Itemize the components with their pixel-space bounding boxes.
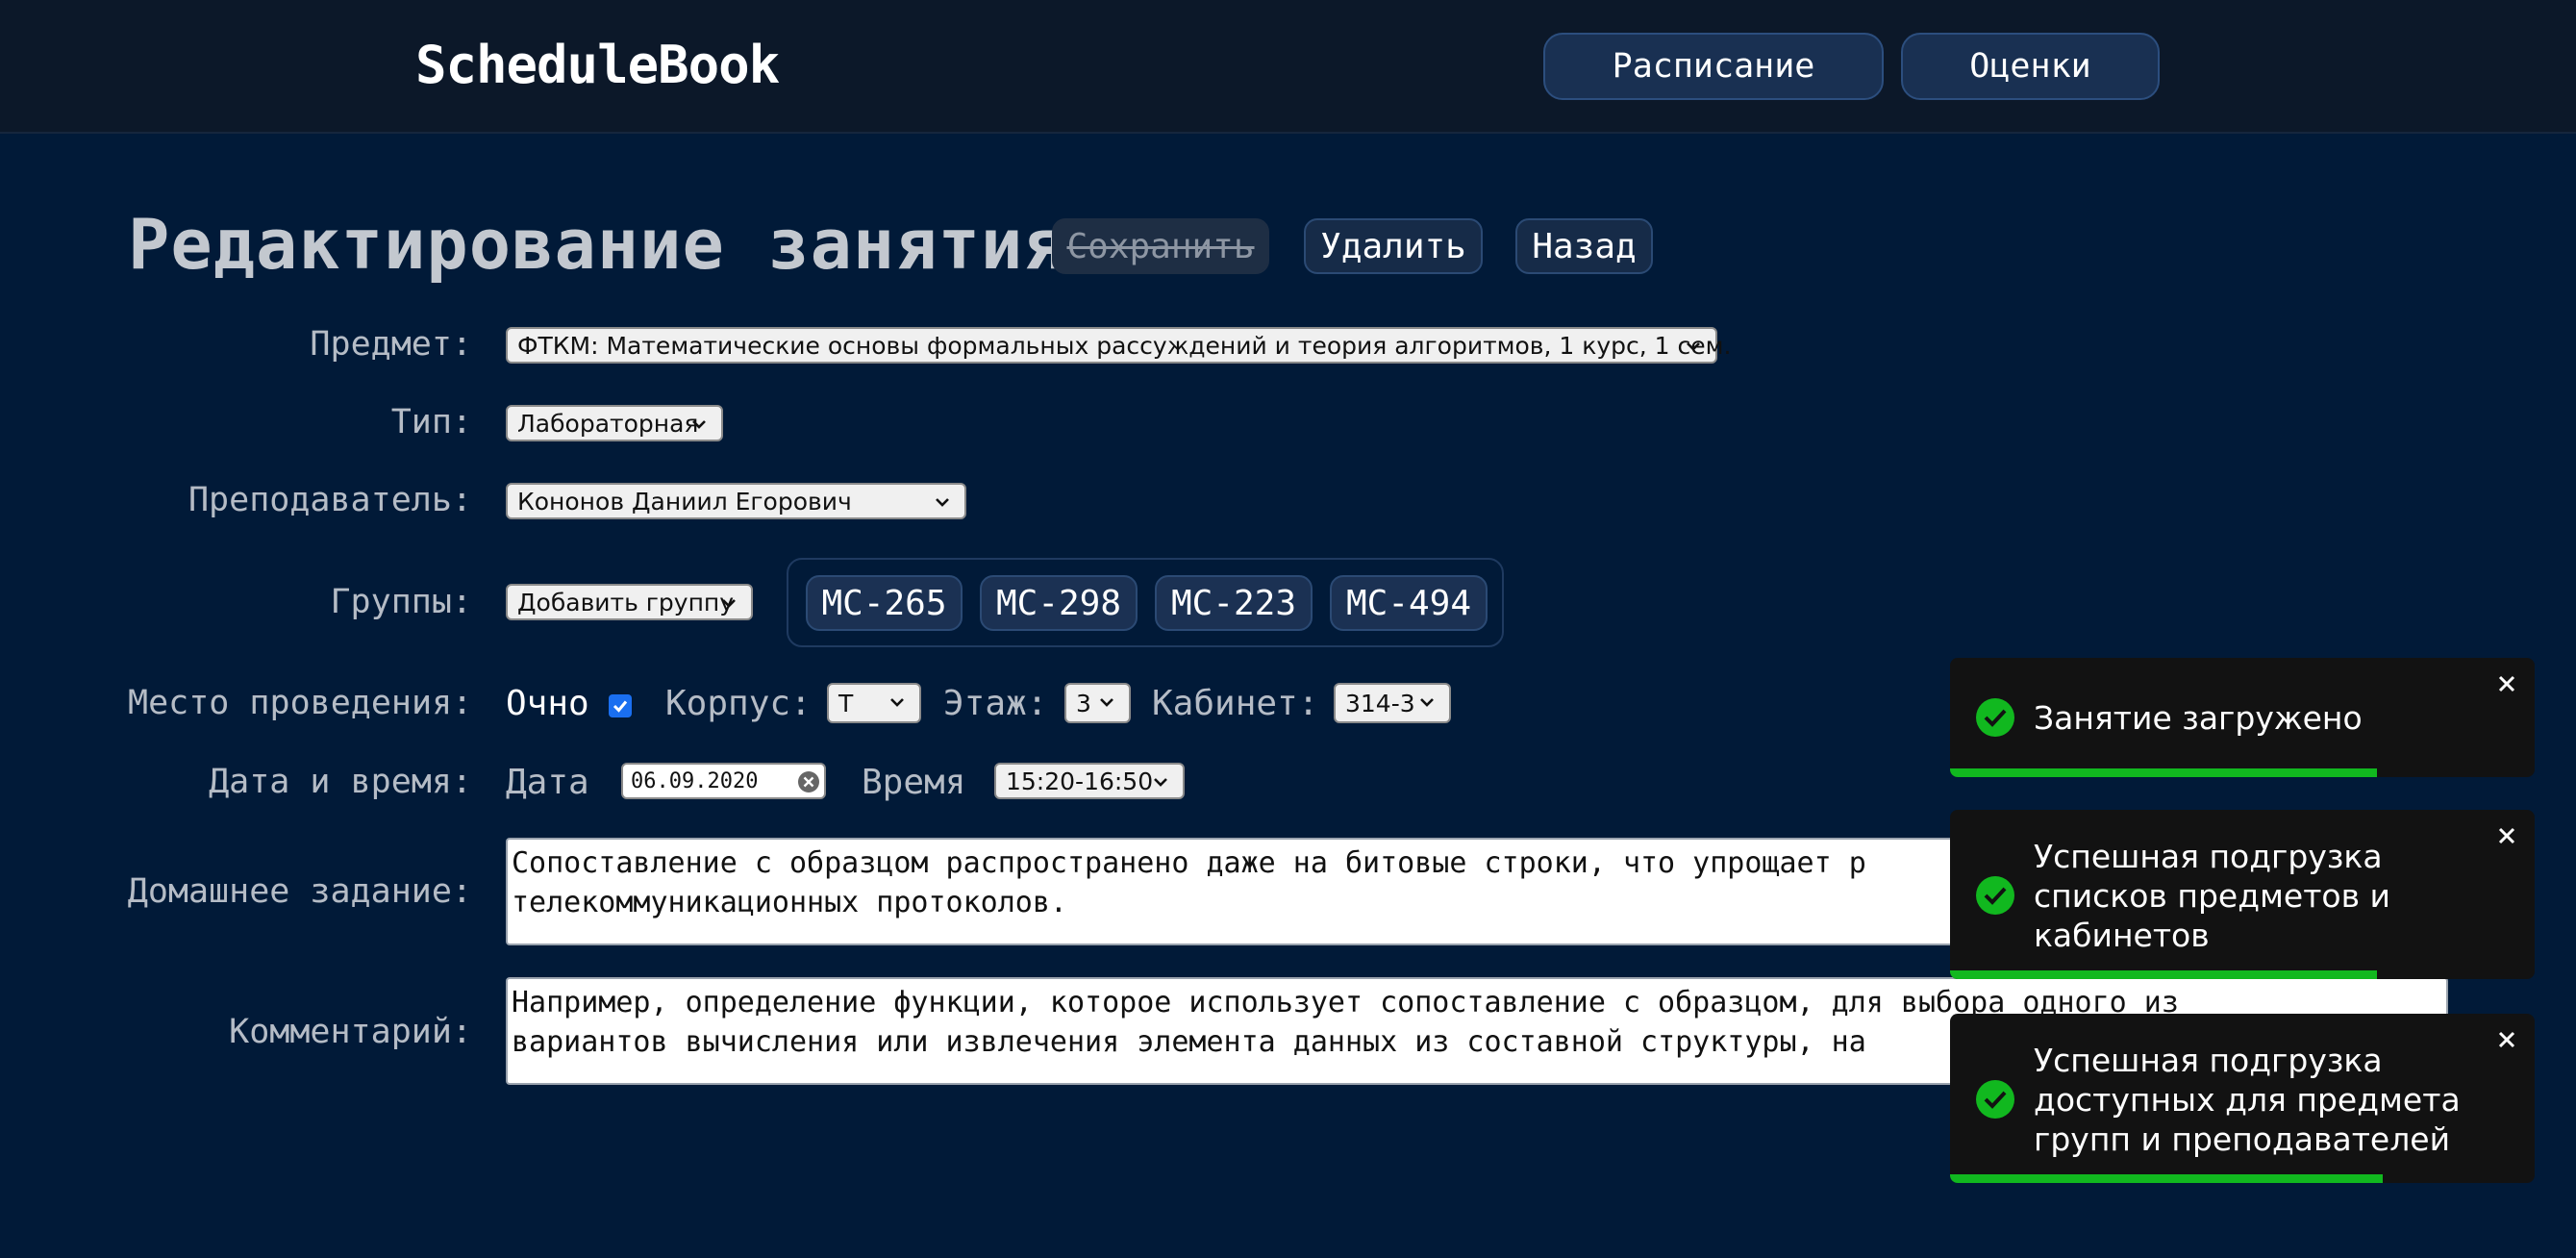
app-logo[interactable]: ScheduleBook — [415, 35, 780, 95]
floor-label: Этаж: — [943, 684, 1048, 723]
type-select-value: Лабораторная — [517, 409, 699, 438]
nav-grades-button[interactable]: Оценки — [1901, 33, 2160, 100]
place-label: Место проведения: — [128, 684, 473, 722]
subject-select-value: ФТКМ: Математические основы формальных р… — [517, 331, 1732, 360]
comment-label: Комментарий: — [229, 1013, 472, 1051]
datetime-label: Дата и время: — [209, 763, 472, 801]
date-input-value: 06.09.2020 — [631, 768, 759, 793]
group-chip[interactable]: МС-494 — [1330, 575, 1488, 631]
teacher-select[interactable]: Кононов Даниил Егорович — [506, 483, 966, 519]
time-label: Время — [862, 763, 966, 802]
building-select[interactable]: Т — [827, 683, 921, 723]
back-button[interactable]: Назад — [1515, 218, 1653, 274]
subject-label: Предмет: — [310, 325, 472, 364]
close-icon[interactable] — [2492, 669, 2521, 698]
toast-notification: Успешная подгрузка доступных для предмет… — [1950, 1014, 2535, 1183]
teacher-label: Преподаватель: — [188, 481, 472, 519]
save-button[interactable]: Сохранить — [1052, 218, 1269, 274]
chevron-down-icon — [722, 599, 736, 608]
room-label: Кабинет: — [1152, 684, 1319, 723]
toast-notification: Успешная подгрузка списков предметов и к… — [1950, 810, 2535, 979]
add-group-select-value: Добавить группу — [517, 588, 735, 616]
toast-progress-bar — [1950, 1174, 2383, 1183]
group-chip[interactable]: МС-265 — [806, 575, 963, 631]
toast-notification: Занятие загружено — [1950, 658, 2535, 777]
date-label: Дата — [506, 763, 589, 802]
type-select[interactable]: Лабораторная — [506, 405, 723, 441]
inperson-checkbox[interactable] — [609, 694, 632, 717]
toast-message: Успешная подгрузка доступных для предмет… — [2034, 1042, 2461, 1158]
chevron-down-icon — [936, 498, 949, 507]
chevron-down-icon — [890, 698, 904, 707]
clear-icon[interactable] — [797, 770, 820, 793]
success-check-icon — [1976, 1080, 2014, 1119]
toast-progress-bar — [1950, 970, 2377, 979]
groups-label: Группы: — [330, 583, 472, 621]
toast-message: Занятие загружено — [2034, 699, 2363, 737]
add-group-select[interactable]: Добавить группу — [506, 584, 753, 620]
chevron-down-icon — [1687, 342, 1700, 351]
delete-button[interactable]: Удалить — [1304, 218, 1483, 274]
building-label: Корпус: — [665, 684, 812, 723]
chevron-down-icon — [692, 420, 706, 429]
date-input[interactable]: 06.09.2020 — [621, 763, 826, 799]
subject-select[interactable]: ФТКМ: Математические основы формальных р… — [506, 327, 1731, 364]
inperson-label: Очно — [506, 684, 589, 723]
success-check-icon — [1976, 698, 2014, 737]
group-chip[interactable]: МС-298 — [980, 575, 1138, 631]
time-select-value: 15:20-16:50 — [1006, 767, 1154, 795]
top-navbar: ScheduleBook Расписание Оценки — [0, 0, 2576, 134]
success-check-icon — [1976, 876, 2014, 915]
toast-message: Успешная подгрузка списков предметов и к… — [2034, 838, 2391, 954]
floor-select-value: 3 — [1076, 689, 1091, 717]
toast-progress-bar — [1950, 768, 2377, 777]
chevron-down-icon — [1100, 698, 1113, 707]
chevron-down-icon — [1154, 778, 1167, 787]
nav-schedule-button[interactable]: Расписание — [1543, 33, 1884, 100]
type-label: Тип: — [390, 403, 472, 441]
homework-label: Домашнее задание: — [127, 872, 472, 911]
room-select[interactable]: 314-3 — [1334, 683, 1451, 723]
room-select-value: 314-3 — [1345, 689, 1415, 717]
teacher-select-value: Кононов Даниил Егорович — [517, 487, 852, 516]
checkmark-icon — [613, 700, 628, 713]
page-title: Редактирование занятия — [128, 204, 1066, 285]
close-icon[interactable] — [2492, 1025, 2521, 1054]
floor-select[interactable]: 3 — [1064, 683, 1131, 723]
chevron-down-icon — [1420, 698, 1434, 707]
close-icon[interactable] — [2492, 821, 2521, 850]
time-select[interactable]: 15:20-16:50 — [994, 763, 1185, 799]
group-chip[interactable]: МС-223 — [1155, 575, 1313, 631]
building-select-value: Т — [838, 689, 854, 717]
